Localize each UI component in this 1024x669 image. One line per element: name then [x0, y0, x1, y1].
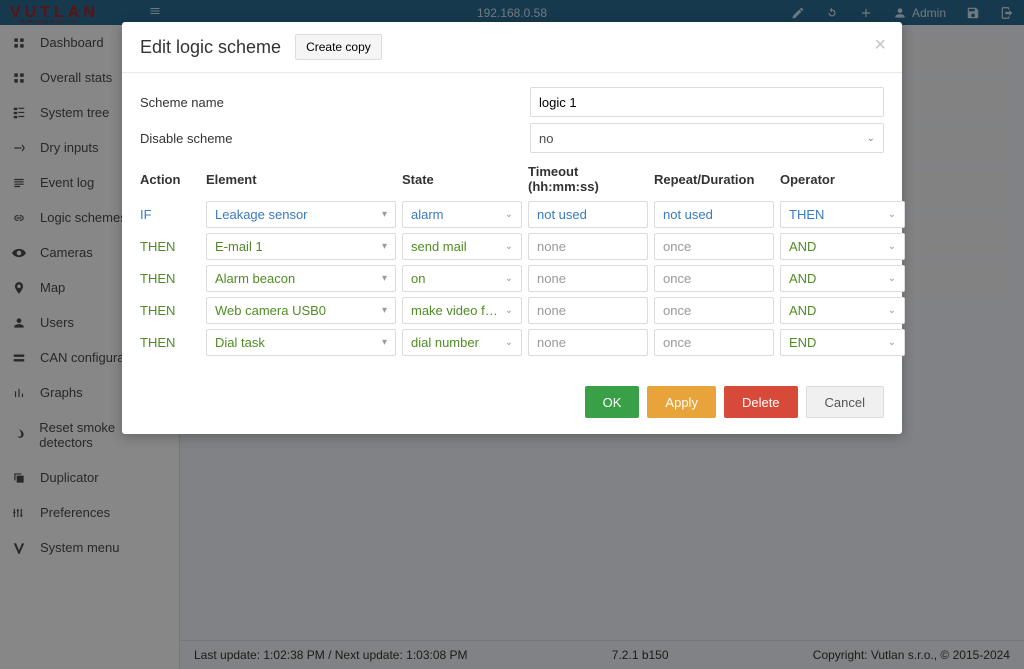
apply-button[interactable]: Apply — [647, 386, 716, 418]
operator-select[interactable]: THEN⌄ — [780, 201, 905, 228]
repeat-value[interactable]: once — [654, 265, 774, 292]
repeat-value[interactable]: once — [654, 297, 774, 324]
logic-rule-row: IF Leakage sensor▾ alarm⌄ not used not u… — [140, 200, 884, 229]
operator-select[interactable]: AND⌄ — [780, 233, 905, 260]
logic-rule-row: THEN Web camera USB0▾ make video for log… — [140, 296, 884, 325]
modal-body: Scheme name Disable scheme no ⌄ Action E… — [122, 73, 902, 376]
th-timeout: Timeout (hh:mm:ss) — [528, 164, 648, 196]
modal-footer: OK Apply Delete Cancel — [122, 376, 902, 434]
state-select[interactable]: send mail⌄ — [402, 233, 522, 260]
rule-action: THEN — [140, 335, 200, 350]
logic-rule-row: THEN Dial task▾ dial number⌄ none once E… — [140, 328, 884, 357]
chevron-down-icon: ⌄ — [867, 133, 875, 144]
timeout-value[interactable]: none — [528, 297, 648, 324]
repeat-value[interactable]: once — [654, 329, 774, 356]
repeat-value[interactable]: once — [654, 233, 774, 260]
logic-rule-row: THEN E-mail 1▾ send mail⌄ none once AND⌄ — [140, 232, 884, 261]
th-repeat: Repeat/Duration — [654, 172, 774, 189]
caret-down-icon: ⌄ — [505, 209, 513, 220]
rule-action: IF — [140, 207, 200, 222]
caret-down-icon: ⌄ — [888, 337, 896, 348]
scheme-name-input[interactable] — [530, 87, 884, 117]
operator-select[interactable]: END⌄ — [780, 329, 905, 356]
disable-scheme-label: Disable scheme — [140, 131, 530, 146]
operator-select[interactable]: AND⌄ — [780, 297, 905, 324]
edit-logic-scheme-modal: Edit logic scheme Create copy × Scheme n… — [122, 22, 902, 434]
timeout-value[interactable]: none — [528, 329, 648, 356]
caret-down-icon: ▾ — [382, 209, 387, 220]
state-select[interactable]: on⌄ — [402, 265, 522, 292]
caret-down-icon: ⌄ — [505, 273, 513, 284]
caret-down-icon: ⌄ — [505, 337, 513, 348]
disable-scheme-select[interactable]: no ⌄ — [530, 123, 884, 153]
close-icon[interactable]: × — [874, 34, 886, 57]
state-select[interactable]: alarm⌄ — [402, 201, 522, 228]
delete-button[interactable]: Delete — [724, 386, 798, 418]
rule-action: THEN — [140, 271, 200, 286]
caret-down-icon: ⌄ — [888, 273, 896, 284]
operator-select[interactable]: AND⌄ — [780, 265, 905, 292]
th-element: Element — [206, 172, 396, 189]
state-select[interactable]: make video for log⌄ — [402, 297, 522, 324]
logic-rules-table: Action Element State Timeout (hh:mm:ss) … — [140, 163, 884, 357]
caret-down-icon: ▾ — [382, 273, 387, 284]
caret-down-icon: ▾ — [382, 241, 387, 252]
caret-down-icon: ⌄ — [888, 305, 896, 316]
state-select[interactable]: dial number⌄ — [402, 329, 522, 356]
timeout-value[interactable]: none — [528, 265, 648, 292]
element-select[interactable]: E-mail 1▾ — [206, 233, 396, 260]
th-operator: Operator — [780, 172, 905, 189]
modal-title: Edit logic scheme — [140, 37, 281, 58]
timeout-value[interactable]: none — [528, 233, 648, 260]
scheme-name-label: Scheme name — [140, 95, 530, 110]
caret-down-icon: ▾ — [382, 337, 387, 348]
element-select[interactable]: Web camera USB0▾ — [206, 297, 396, 324]
cancel-button[interactable]: Cancel — [806, 386, 884, 418]
timeout-value[interactable]: not used — [528, 201, 648, 228]
th-state: State — [402, 172, 522, 189]
element-select[interactable]: Leakage sensor▾ — [206, 201, 396, 228]
th-action: Action — [140, 172, 200, 189]
caret-down-icon: ⌄ — [505, 241, 513, 252]
caret-down-icon: ⌄ — [888, 241, 896, 252]
rule-action: THEN — [140, 239, 200, 254]
caret-down-icon: ⌄ — [888, 209, 896, 220]
element-select[interactable]: Dial task▾ — [206, 329, 396, 356]
repeat-value[interactable]: not used — [654, 201, 774, 228]
modal-header: Edit logic scheme Create copy × — [122, 22, 902, 72]
ok-button[interactable]: OK — [585, 386, 640, 418]
create-copy-button[interactable]: Create copy — [295, 34, 382, 60]
disable-scheme-value: no — [539, 131, 553, 146]
element-select[interactable]: Alarm beacon▾ — [206, 265, 396, 292]
caret-down-icon: ⌄ — [505, 305, 513, 316]
logic-rule-row: THEN Alarm beacon▾ on⌄ none once AND⌄ — [140, 264, 884, 293]
caret-down-icon: ▾ — [382, 305, 387, 316]
rule-action: THEN — [140, 303, 200, 318]
